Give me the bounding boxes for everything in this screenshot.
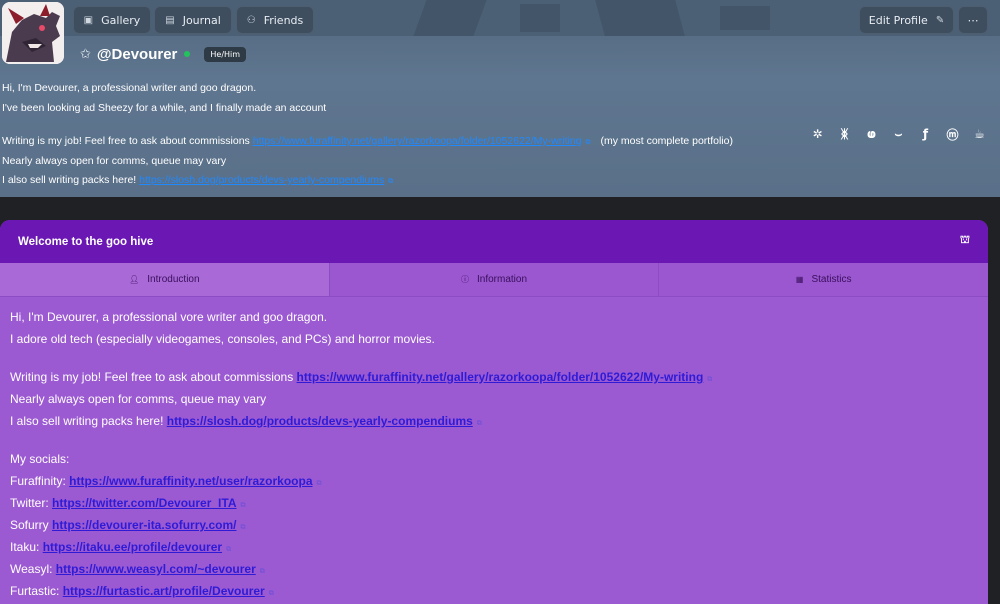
external-link-icon: ⧉: [240, 502, 246, 509]
banner-decoration: [595, 0, 685, 36]
writing-packs-link[interactable]: https://slosh.dog/products/devs-yearly-c…: [167, 414, 473, 428]
avatar[interactable]: [2, 2, 64, 64]
tab-label: Introduction: [147, 274, 200, 285]
external-link-icon: ⧉: [259, 568, 265, 575]
itaku-link[interactable]: https://itaku.ee/profile/devourer: [43, 540, 222, 554]
furaffinity-link[interactable]: https://www.furaffinity.net/user/razorko…: [69, 474, 312, 488]
gallery-icon: ▣: [83, 14, 94, 26]
tab-introduction[interactable]: 👤︎ Introduction: [0, 263, 330, 296]
butterfly-icon[interactable]: ᛤ: [831, 126, 858, 142]
social-link-row: Itaku: https://itaku.ee/profile/devourer…: [10, 536, 988, 558]
social-label: Furaffinity:: [10, 474, 70, 488]
social-link-row: Sofurry https://devourer-ita.sofurry.com…: [10, 514, 988, 536]
person-icon: 👤︎: [129, 275, 140, 284]
social-link-row: Weasyl: https://www.weasyl.com/~devourer…: [10, 558, 988, 580]
bio-line: Writing is my job! Feel free to ask abou…: [2, 132, 832, 152]
external-link-icon: ⧉: [707, 376, 713, 383]
online-status-icon: [184, 51, 191, 57]
intro-line: Hi, I'm Devourer, a professional vore wr…: [10, 310, 328, 324]
profile-bio: Hi, I'm Devourer, a professional writer …: [2, 79, 832, 191]
tab-label: Statistics: [811, 274, 852, 285]
kofi-icon[interactable]: ☕: [966, 126, 993, 142]
star-icon[interactable]: ✩: [80, 47, 91, 62]
gallery-label: Gallery: [101, 13, 141, 27]
panel-header: Welcome to the goo hive ⛫: [0, 220, 988, 263]
journal-icon: ▤: [165, 14, 175, 26]
social-link-row: Twitter: https://twitter.com/Devourer_IT…: [10, 492, 988, 514]
twitter-link[interactable]: https://twitter.com/Devourer_ITA: [52, 496, 236, 510]
journal-label: Journal: [182, 13, 221, 27]
bio-line: I've been looking ad Sheezy for a while,…: [2, 101, 327, 114]
friends-icon: ⚇: [246, 14, 256, 26]
tab-statistics[interactable]: ▦ Statistics: [659, 263, 988, 296]
weasyl-icon[interactable]: ⌣: [885, 126, 912, 142]
portfolio-link[interactable]: https://www.furaffinity.net/gallery/razo…: [297, 370, 704, 384]
sofurry-link[interactable]: https://devourer-ita.sofurry.com/: [52, 518, 236, 532]
hive-icon[interactable]: ⛫: [960, 234, 970, 248]
journal-button[interactable]: ▤ Journal: [154, 6, 232, 34]
external-link-icon: ⧉: [476, 420, 482, 427]
bio-line: Nearly always open for comms, queue may …: [2, 154, 227, 167]
banner-decoration: [413, 0, 487, 36]
bio-line: Hi, I'm Devourer, a professional writer …: [2, 82, 257, 94]
friends-label: Friends: [263, 13, 304, 27]
social-link-row: Furaffinity: https://www.furaffinity.net…: [10, 470, 988, 492]
intro-line: Writing is my job! Feel free to ask abou…: [10, 366, 988, 388]
edit-profile-label: Edit Profile: [868, 13, 928, 27]
intro-line: Nearly always open for comms, queue may …: [10, 392, 267, 406]
introduction-content: Hi, I'm Devourer, a professional vore wr…: [0, 297, 988, 602]
welcome-panel: Welcome to the goo hive ⛫ 👤︎ Introductio…: [0, 220, 988, 604]
social-icons: ✲ ᛤ ⱷ ⌣ ƒ ⓜ ☕: [804, 126, 993, 142]
panel-tabs: 👤︎ Introduction ⓘ Information ▦ Statisti…: [0, 263, 988, 297]
stats-icon: ▦: [795, 275, 804, 284]
dragon-avatar-icon: [2, 2, 64, 64]
username: @Devourer: [96, 45, 178, 63]
mastodon-icon[interactable]: ⓜ: [939, 126, 966, 142]
social-label: Furtastic:: [10, 584, 63, 598]
external-link-icon: ⧉: [268, 590, 274, 597]
username-row: ✩ @Devourer He/Him: [80, 44, 247, 64]
social-link-row: Furtastic: https://furtastic.art/profile…: [10, 580, 988, 602]
gear-social-icon[interactable]: ✲: [804, 126, 831, 142]
info-icon: ⓘ: [460, 275, 469, 284]
portfolio-link[interactable]: https://www.furaffinity.net/gallery/razo…: [253, 135, 582, 147]
gallery-button[interactable]: ▣ Gallery: [73, 6, 151, 34]
intro-line: I adore old tech (especially videogames,…: [10, 332, 435, 346]
panel-title: Welcome to the goo hive: [18, 235, 154, 248]
intro-line: I also sell writing packs here! https://…: [10, 410, 988, 432]
pencil-icon: ✎: [935, 14, 945, 26]
banner-decoration: [520, 4, 560, 32]
bio-line: I also sell writing packs here! https://…: [2, 171, 832, 191]
furtastic-link[interactable]: https://furtastic.art/profile/Devourer: [63, 584, 265, 598]
friends-button[interactable]: ⚇ Friends: [236, 6, 314, 34]
more-options-icon: ⋯: [967, 13, 979, 27]
tab-information[interactable]: ⓘ Information: [329, 263, 660, 296]
social-label: Weasyl:: [10, 562, 56, 576]
furaffinity-icon[interactable]: ƒ: [912, 126, 939, 142]
external-link-icon: ⧉: [316, 480, 322, 487]
intro-text: Writing is my job! Feel free to ask abou…: [10, 370, 297, 384]
bio-text: I also sell writing packs here!: [2, 174, 140, 186]
socials-heading: My socials:: [10, 452, 70, 466]
banner-decoration: [720, 6, 770, 30]
bio-text: Writing is my job! Feel free to ask abou…: [2, 135, 253, 147]
external-link-icon: ⧉: [226, 546, 232, 553]
external-link-icon: ⧉: [388, 178, 394, 185]
profile-header: ▣ Gallery ▤ Journal ⚇ Friends Edit Profi…: [0, 0, 1000, 197]
social-label: Itaku:: [10, 540, 43, 554]
edit-profile-button[interactable]: Edit Profile ✎: [859, 6, 954, 34]
pronoun-badge: He/Him: [204, 46, 247, 62]
writing-packs-link[interactable]: https://slosh.dog/products/devs-yearly-c…: [139, 174, 384, 186]
more-options-button[interactable]: ⋯: [958, 6, 988, 34]
itaku-icon[interactable]: ⱷ: [858, 126, 885, 142]
tab-label: Information: [476, 274, 528, 285]
intro-text: I also sell writing packs here!: [10, 414, 167, 428]
external-link-icon: ⧉: [240, 524, 246, 531]
social-label: Twitter:: [10, 496, 53, 510]
social-label: Sofurry: [10, 518, 53, 532]
weasyl-link[interactable]: https://www.weasyl.com/~devourer: [56, 562, 256, 576]
external-link-icon: ⧉: [585, 139, 591, 146]
bio-text: (my most complete portfolio): [600, 135, 733, 147]
